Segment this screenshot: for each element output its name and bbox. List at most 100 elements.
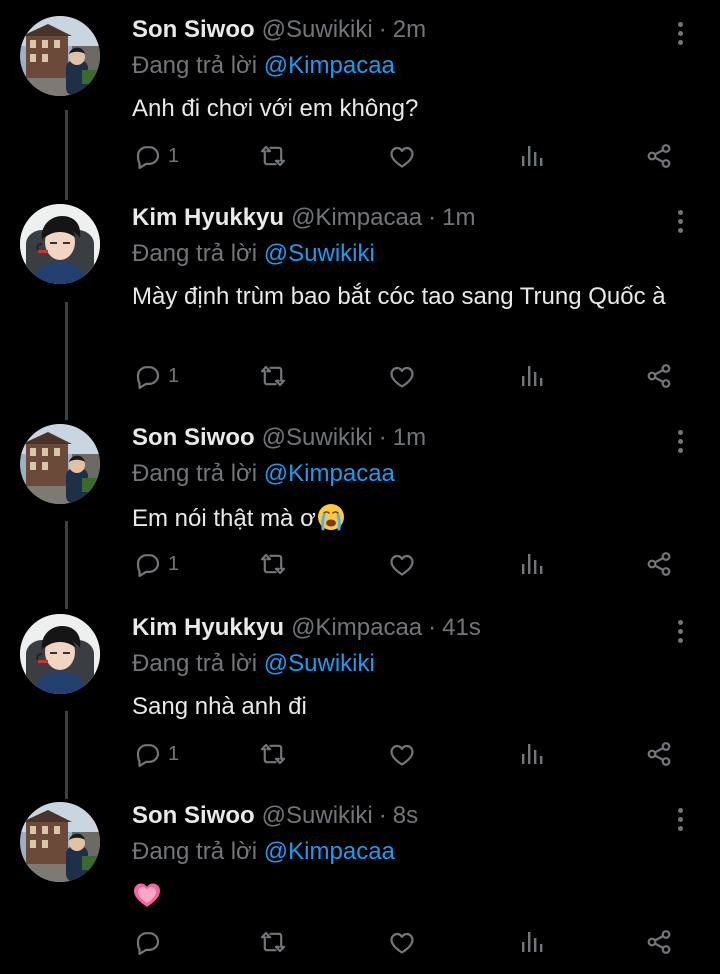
reply-button[interactable]: 1	[132, 360, 179, 392]
reply-prefix: Đang trả lời	[132, 838, 258, 865]
retweet-button[interactable]	[258, 926, 288, 958]
share-button[interactable]	[644, 926, 674, 958]
retweet-button[interactable]	[258, 738, 288, 770]
replying-to: Đang trả lời @Kimpacaa	[132, 460, 395, 488]
views-button[interactable]	[516, 360, 546, 392]
avatar[interactable]	[20, 614, 100, 694]
retweet-icon	[260, 743, 286, 765]
like-button[interactable]	[387, 738, 417, 770]
retweet-button[interactable]	[258, 140, 288, 172]
display-name[interactable]: Son Siwoo	[132, 802, 255, 830]
reply-button[interactable]	[132, 926, 162, 958]
retweet-button[interactable]	[258, 360, 288, 392]
pink-heart-emoji	[134, 883, 160, 907]
user-handle[interactable]: @Kimpacaa	[291, 614, 422, 642]
views-icon	[522, 554, 543, 574]
timestamp[interactable]: 1m	[442, 204, 475, 232]
reply-count: 1	[168, 552, 180, 575]
reply-icon	[136, 366, 160, 389]
avatar[interactable]	[20, 802, 100, 882]
reply-prefix: Đang trả lời	[132, 460, 258, 487]
like-icon	[390, 146, 414, 168]
reply-button[interactable]: 1	[132, 140, 179, 172]
separator-dot: ·	[428, 204, 437, 231]
tweet-header: Kim Hyukkyu @Kimpacaa · 1m	[132, 204, 476, 238]
share-button[interactable]	[644, 738, 674, 770]
views-button[interactable]	[516, 926, 546, 958]
like-button[interactable]	[387, 360, 417, 392]
share-icon	[647, 364, 671, 388]
crying-face-emoji	[317, 504, 344, 531]
tweet[interactable]: Kim Hyukkyu @Kimpacaa · 41s Đang trả lời…	[0, 614, 720, 794]
share-button[interactable]	[644, 140, 674, 172]
reply-button[interactable]: 1	[132, 738, 179, 770]
avatar[interactable]	[20, 204, 100, 284]
timestamp[interactable]: 41s	[442, 614, 481, 642]
replying-to: Đang trả lời @Suwikiki	[132, 650, 375, 678]
reply-button[interactable]: 1	[132, 548, 179, 580]
display-name[interactable]: Kim Hyukkyu	[132, 614, 284, 642]
display-name[interactable]: Son Siwoo	[132, 424, 255, 452]
user-handle[interactable]: @Suwikiki	[262, 802, 373, 830]
share-button[interactable]	[644, 548, 674, 580]
tweet[interactable]: Son Siwoo @Suwikiki · 8s Đang trả lời @K…	[0, 802, 720, 974]
retweet-icon	[260, 553, 286, 575]
display-name[interactable]: Kim Hyukkyu	[132, 204, 284, 232]
timestamp[interactable]: 1m	[393, 424, 426, 452]
user-handle[interactable]: @Kimpacaa	[291, 204, 422, 232]
more-options-icon[interactable]	[670, 806, 690, 834]
separator-dot: ·	[378, 802, 387, 829]
mention-link[interactable]: @Suwikiki	[264, 650, 375, 677]
tweet[interactable]: Son Siwoo @Suwikiki · 2m Đang trả lời @K…	[0, 16, 720, 196]
tweet-text-container: Em nói thật mà ơ	[132, 502, 702, 534]
reply-count: 1	[168, 364, 180, 387]
share-icon	[647, 742, 671, 766]
retweet-icon	[260, 931, 286, 953]
share-button[interactable]	[644, 360, 674, 392]
tweet-text: Sang nhà anh đi	[132, 693, 307, 720]
avatar[interactable]	[20, 424, 100, 504]
views-button[interactable]	[516, 140, 546, 172]
tweet[interactable]: Son Siwoo @Suwikiki · 1m Đang trả lời @K…	[0, 424, 720, 604]
like-button[interactable]	[387, 140, 417, 172]
more-options-icon[interactable]	[670, 20, 690, 48]
action-bar: 1	[132, 360, 692, 392]
tweet-text: Em nói thật mà ơ	[132, 505, 316, 532]
like-button[interactable]	[387, 926, 417, 958]
reply-prefix: Đang trả lời	[132, 240, 258, 267]
reply-icon	[136, 932, 160, 956]
reply-count: 1	[168, 742, 180, 765]
user-handle[interactable]: @Suwikiki	[262, 16, 373, 44]
action-bar	[132, 926, 692, 958]
tweet-header: Son Siwoo @Suwikiki · 8s	[132, 802, 418, 836]
tweet-text-container	[132, 880, 702, 912]
user-handle[interactable]: @Suwikiki	[262, 424, 373, 452]
reply-count: 1	[168, 144, 180, 167]
retweet-icon	[260, 145, 286, 167]
mention-link[interactable]: @Kimpacaa	[264, 838, 395, 865]
mention-link[interactable]: @Suwikiki	[264, 240, 375, 267]
views-icon	[522, 146, 543, 166]
timestamp[interactable]: 2m	[393, 16, 426, 44]
views-button[interactable]	[516, 548, 546, 580]
mention-link[interactable]: @Kimpacaa	[264, 460, 395, 487]
retweet-button[interactable]	[258, 548, 288, 580]
action-bar: 1	[132, 548, 692, 580]
like-button[interactable]	[387, 548, 417, 580]
tweet[interactable]: Kim Hyukkyu @Kimpacaa · 1m Đang trả lời …	[0, 204, 720, 410]
action-bar: 1	[132, 140, 692, 172]
more-options-icon[interactable]	[670, 428, 690, 456]
separator-dot: ·	[378, 16, 387, 43]
avatar[interactable]	[20, 16, 100, 96]
views-button[interactable]	[516, 738, 546, 770]
like-icon	[390, 554, 414, 576]
more-options-icon[interactable]	[670, 618, 690, 646]
tweet-header: Kim Hyukkyu @Kimpacaa · 41s	[132, 614, 481, 648]
timestamp[interactable]: 8s	[393, 802, 418, 830]
reply-icon	[136, 146, 160, 169]
mention-link[interactable]: @Kimpacaa	[264, 52, 395, 79]
display-name[interactable]: Son Siwoo	[132, 16, 255, 44]
views-icon	[522, 744, 543, 764]
replying-to: Đang trả lời @Suwikiki	[132, 240, 375, 268]
more-options-icon[interactable]	[670, 208, 690, 236]
